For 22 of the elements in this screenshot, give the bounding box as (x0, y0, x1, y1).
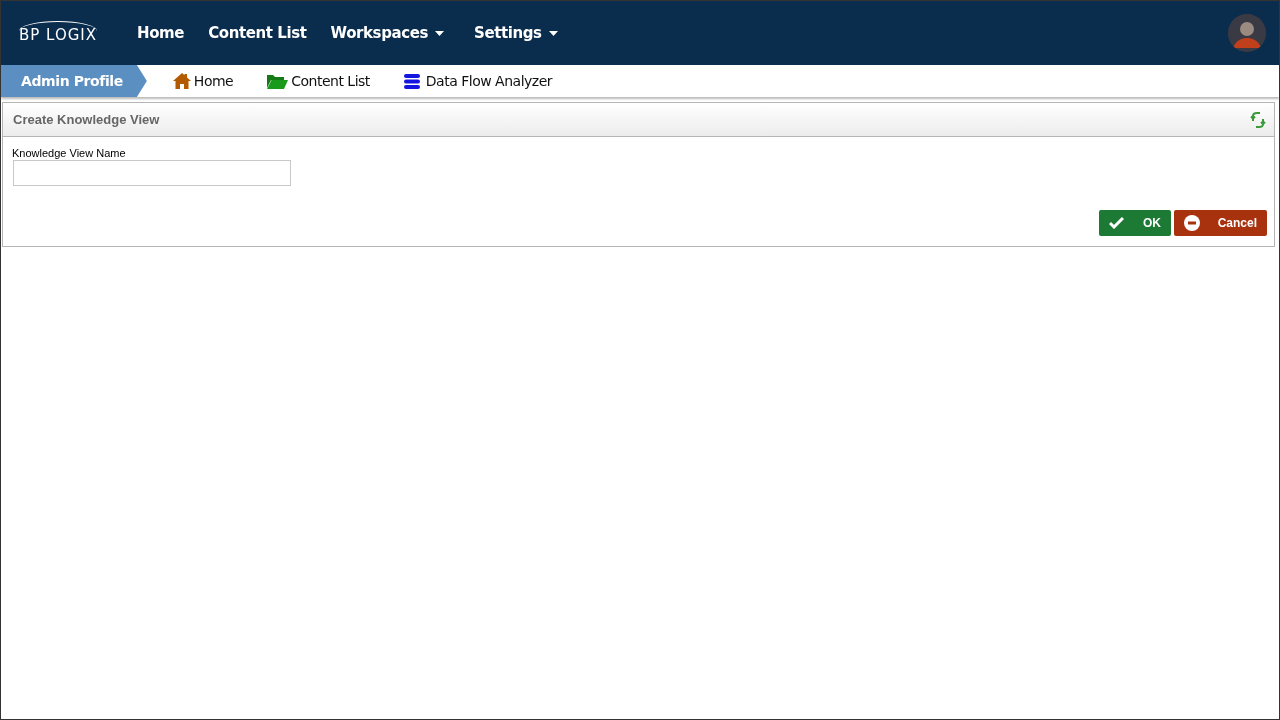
folder-icon (267, 73, 289, 89)
nav-link[interactable]: Workspaces (330, 24, 444, 42)
breadcrumb-link[interactable]: Home (172, 73, 234, 89)
refresh-icon[interactable] (1250, 111, 1266, 128)
avatar[interactable] (1228, 14, 1266, 52)
field-label: Knowledge View Name (12, 147, 127, 159)
cancel-button[interactable]: Cancel (1174, 210, 1267, 236)
breadcrumb-link[interactable]: Data Flow Analyzer (403, 73, 553, 89)
nav-link[interactable]: Home (137, 24, 185, 42)
nav-link[interactable]: Settings (474, 24, 558, 42)
nav-link[interactable]: Content List (208, 24, 307, 42)
database-icon (403, 73, 420, 89)
logo: BP LOGIX (19, 20, 98, 44)
check-icon (1109, 217, 1124, 229)
breadcrumb-link[interactable]: Content List (267, 73, 370, 89)
caret-icon (435, 30, 444, 36)
minus-circle-icon (1184, 215, 1200, 231)
house-icon (172, 73, 191, 89)
panel-title: Create Knowledge View (13, 112, 160, 127)
name-input[interactable] (13, 160, 291, 186)
caret-icon (548, 30, 558, 36)
ok-button[interactable]: OK (1099, 210, 1171, 236)
